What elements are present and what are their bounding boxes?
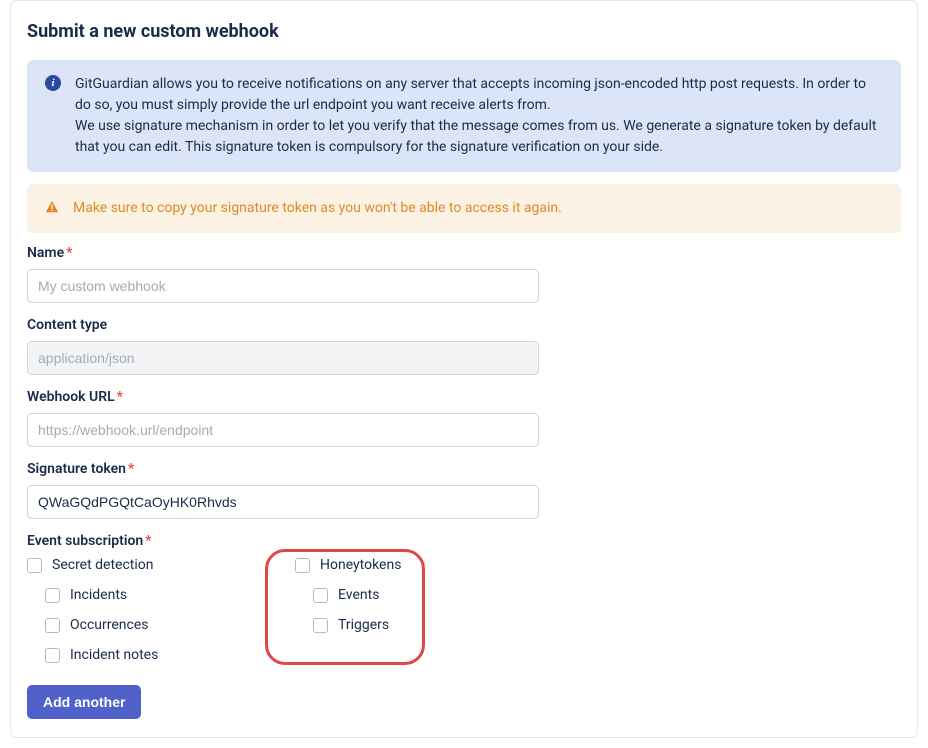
checkbox-incidents-label[interactable]: Incidents bbox=[70, 587, 127, 603]
checkbox-incidents-row: Incidents bbox=[45, 587, 247, 603]
info-line-2: We use signature mechanism in order to l… bbox=[75, 118, 876, 155]
checkbox-secret-detection[interactable] bbox=[27, 558, 42, 573]
content-type-label: Content type bbox=[27, 317, 901, 333]
signature-token-input[interactable] bbox=[27, 485, 539, 519]
content-type-input bbox=[27, 341, 539, 375]
checkbox-occurrences-label[interactable]: Occurrences bbox=[70, 617, 149, 633]
name-input[interactable] bbox=[27, 269, 539, 303]
checkbox-occurrences-row: Occurrences bbox=[45, 617, 247, 633]
webhook-url-label: Webhook URL* bbox=[27, 389, 901, 405]
checkbox-triggers-row: Triggers bbox=[313, 617, 401, 633]
checkbox-occurrences[interactable] bbox=[45, 618, 60, 633]
warning-icon bbox=[45, 200, 59, 214]
event-subscription-label: Event subscription* bbox=[27, 533, 901, 549]
webhook-form-panel: Submit a new custom webhook i GitGuardia… bbox=[10, 0, 918, 738]
info-alert: i GitGuardian allows you to receive noti… bbox=[27, 60, 901, 172]
name-label: Name* bbox=[27, 245, 901, 261]
warning-alert: Make sure to copy your signature token a… bbox=[27, 184, 901, 233]
checkbox-incidents[interactable] bbox=[45, 588, 60, 603]
info-line-1: GitGuardian allows you to receive notifi… bbox=[75, 76, 866, 113]
checkbox-triggers[interactable] bbox=[313, 618, 328, 633]
panel-heading: Submit a new custom webhook bbox=[27, 21, 901, 42]
checkbox-events-label[interactable]: Events bbox=[338, 587, 379, 603]
checkbox-secret-detection-row: Secret detection bbox=[27, 557, 247, 573]
checkbox-secret-detection-label[interactable]: Secret detection bbox=[52, 557, 154, 573]
checkbox-incident-notes-row: Incident notes bbox=[45, 647, 247, 663]
checkbox-honeytokens[interactable] bbox=[295, 558, 310, 573]
checkbox-honeytokens-label[interactable]: Honeytokens bbox=[320, 557, 401, 573]
warning-alert-text: Make sure to copy your signature token a… bbox=[73, 198, 562, 219]
webhook-url-input[interactable] bbox=[27, 413, 539, 447]
checkbox-incident-notes-label[interactable]: Incident notes bbox=[70, 647, 158, 663]
info-alert-text: GitGuardian allows you to receive notifi… bbox=[75, 74, 883, 158]
checkbox-events[interactable] bbox=[313, 588, 328, 603]
checkbox-incident-notes[interactable] bbox=[45, 648, 60, 663]
checkbox-honeytokens-row: Honeytokens bbox=[295, 557, 401, 573]
checkbox-triggers-label[interactable]: Triggers bbox=[338, 617, 389, 633]
add-another-button[interactable]: Add another bbox=[27, 685, 141, 719]
checkbox-events-row: Events bbox=[313, 587, 401, 603]
signature-token-label: Signature token* bbox=[27, 461, 901, 477]
info-icon: i bbox=[45, 75, 61, 91]
